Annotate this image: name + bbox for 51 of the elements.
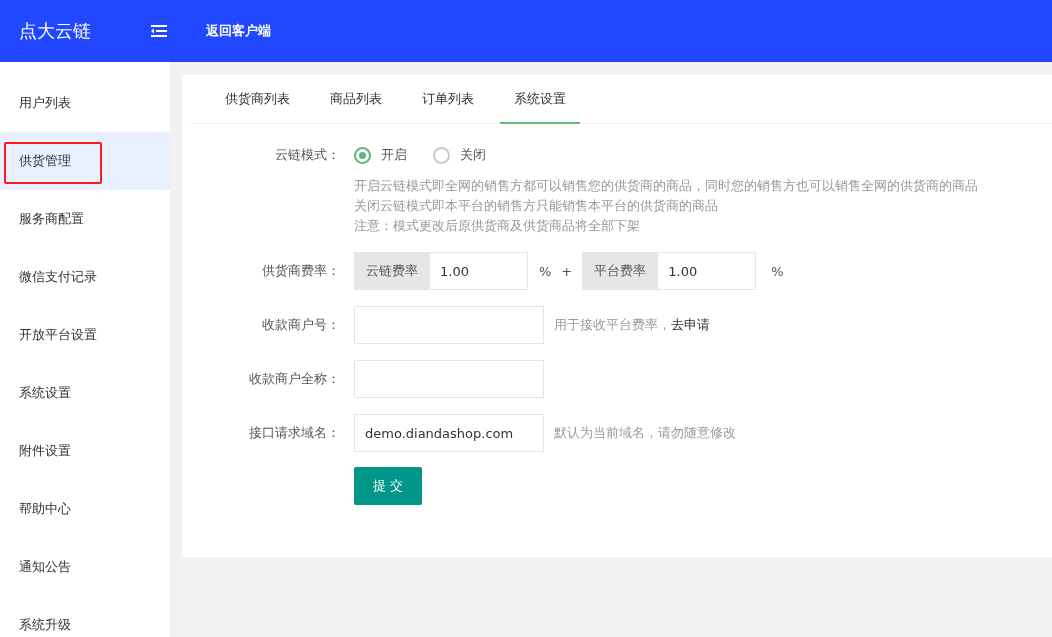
logo-text: 点大云链 (18, 19, 92, 43)
plus-sign: + (561, 263, 573, 279)
input-field[interactable]: demo.diandashop.com (354, 414, 544, 452)
radio-option[interactable]: 关闭 (433, 146, 486, 164)
sidebar-item[interactable]: 供货管理 (0, 132, 170, 190)
sidebar-item[interactable]: 系统升级 (0, 596, 170, 637)
field-label: 供货商费率： (261, 262, 341, 280)
tab[interactable]: 系统设置 (500, 75, 580, 124)
sidebar-label: 服务商配置 (18, 210, 84, 228)
tab[interactable]: 供货商列表 (211, 75, 304, 124)
sidebar-item[interactable]: 微信支付记录 (0, 248, 170, 306)
tab[interactable]: 商品列表 (316, 75, 396, 124)
input-field[interactable]: 1.00 (657, 252, 757, 290)
back-link[interactable]: 返回客户端 (206, 22, 271, 40)
sidebar-item[interactable]: 通知公告 (0, 538, 170, 596)
tab[interactable]: 订单列表 (408, 75, 488, 124)
sidebar-label: 通知公告 (18, 558, 71, 576)
input-field[interactable] (354, 360, 544, 398)
addon-label: 云链费率 (354, 252, 429, 290)
sidebar-label: 系统设置 (18, 384, 71, 402)
sidebar-item[interactable]: 用户列表 (0, 74, 170, 132)
unit-text: % (539, 263, 552, 279)
sidebar-label: 附件设置 (18, 442, 71, 460)
addon-label: 平台费率 (582, 252, 658, 290)
radio-option[interactable]: 开启 (354, 146, 407, 164)
hint-text: 默认为当前域名，请勿随意修改 (554, 424, 736, 442)
sidebar-item[interactable]: 帮助中心 (0, 480, 170, 538)
sidebar-item[interactable]: 系统设置 (0, 364, 170, 422)
sidebar-label: 系统升级 (18, 616, 71, 634)
sidebar-label: 帮助中心 (18, 500, 71, 518)
submit-button[interactable]: 提 交 (354, 467, 422, 505)
sidebar-label: 微信支付记录 (18, 268, 97, 286)
hint-text: 用于接收平台费率，去申请 (554, 316, 710, 334)
sidebar-label: 供货管理 (18, 152, 71, 170)
apply-link[interactable]: 去申请 (671, 316, 710, 332)
menu-icon[interactable] (150, 23, 168, 39)
input-field[interactable]: 1.00 (429, 252, 528, 290)
field-label: 接口请求域名： (248, 424, 341, 442)
sidebar-label: 开放平台设置 (18, 326, 97, 344)
sidebar-item[interactable]: 附件设置 (0, 422, 170, 480)
input-field[interactable] (354, 306, 544, 344)
field-label: 云链模式： (274, 146, 341, 164)
field-label: 收款商户全称： (248, 370, 341, 388)
sidebar-item[interactable]: 服务商配置 (0, 190, 170, 248)
field-label: 收款商户号： (261, 316, 341, 334)
help-text: 注意：模式更改后原供货商及供货商品将全部下架 (354, 217, 641, 235)
sidebar-item[interactable]: 开放平台设置 (0, 306, 170, 364)
unit-text: % (771, 263, 784, 279)
help-text: 关闭云链模式即本平台的销售方只能销售本平台的供货商的商品 (354, 197, 719, 215)
help-text: 开启云链模式即全网的销售方都可以销售您的供货商的商品，同时您的销售方也可以销售全网的供货商的商品 (354, 177, 979, 195)
sidebar-label: 用户列表 (18, 94, 71, 112)
